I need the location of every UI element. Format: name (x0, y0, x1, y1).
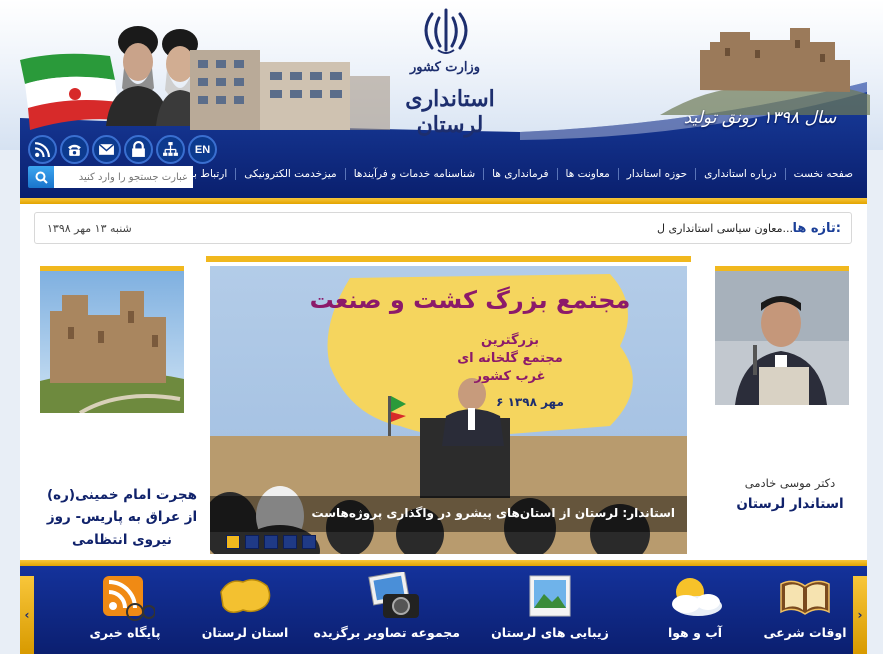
banner-date: ۶ مهر ۱۳۹۸ (496, 395, 564, 409)
news-slider: مجتمع بزرگ کشت و صنعت بزرگترین مجتمع گلخ… (206, 256, 691, 554)
main-content: تازه ها: معاون سیاسی استانداری ل... شنبه… (20, 204, 867, 562)
nav-deputies[interactable]: معاونت ها (556, 168, 618, 180)
governor-card[interactable]: دکتر موسی خادمی استاندار لرستان (715, 266, 849, 512)
lock-icon (132, 141, 145, 157)
castle-photo (40, 271, 184, 413)
nav-about[interactable]: درباره استانداری (695, 168, 785, 180)
slider-dot-2[interactable] (245, 535, 259, 549)
slider-dot-5[interactable] (302, 535, 316, 549)
banner-subtitle-3: غرب کشور (474, 369, 546, 384)
office-building-image (190, 50, 390, 130)
site-title: استانداری لرستان (405, 86, 495, 138)
iran-emblem-logo (424, 8, 468, 54)
governor-title[interactable]: استاندار لرستان (715, 496, 865, 512)
camera-photos-icon (368, 572, 419, 618)
quick-link-prayer-times[interactable]: اوقات شرعی (740, 572, 870, 640)
quick-link-gallery[interactable]: مجموعه تصاویر برگزیده (313, 572, 460, 640)
nav-home[interactable]: صفحه نخست (784, 168, 861, 180)
rss-feed-icon (103, 576, 155, 621)
ticker-label: تازه ها: (792, 221, 841, 236)
occasion-card[interactable]: هجرت امام خمینی(ره) از عراق به پاریس- رو… (40, 266, 197, 548)
mail-icon (98, 143, 115, 155)
quick-link-label: مجموعه تصاویر برگزیده (313, 625, 460, 640)
governor-name: دکتر موسی خادمی (744, 476, 836, 490)
slider-dot-4[interactable] (283, 535, 297, 549)
slide-caption[interactable]: استاندار: لرستان از استان‌های پیشرو در و… (210, 496, 687, 532)
quick-link-label: اوقات شرعی (763, 625, 847, 640)
falak-ol-aflak-castle-image (660, 28, 870, 115)
current-date: شنبه ۱۳ مهر ۱۳۹۸ (47, 222, 132, 235)
weather-sun-cloud-icon (672, 578, 722, 616)
nav-governor-office[interactable]: حوزه استاندار (617, 168, 695, 180)
year-slogan: سال ۱۳۹۸ رونق تولید (683, 108, 837, 128)
banner-subtitle-1: بزرگترین (481, 332, 539, 348)
quick-link-label: استان لرستان (201, 625, 289, 640)
rss-icon (34, 142, 50, 158)
slide-image[interactable]: مجتمع بزرگ کشت و صنعت بزرگترین مجتمع گلخ… (210, 266, 687, 554)
ministry-name: وزارت کشور (410, 60, 480, 75)
quick-links-bar: ‹ › پایگاه خبری استان لرستان مجموعه تصاو… (20, 566, 867, 654)
quran-book-icon (780, 580, 830, 615)
slider-dot-1[interactable] (226, 535, 240, 549)
sitemap-icon (163, 142, 178, 156)
news-ticker: تازه ها: معاون سیاسی استانداری ل... شنبه… (34, 212, 852, 244)
slider-dot-3[interactable] (264, 535, 278, 549)
governor-photo (715, 271, 849, 405)
nav-governorates[interactable]: فرمانداری ها (483, 168, 556, 180)
scroll-left-button[interactable]: ‹ (20, 576, 34, 654)
banner-subtitle-2: مجتمع گلخانه ای (457, 350, 563, 366)
slider-pagination (226, 535, 316, 549)
banner-title: مجتمع بزرگ کشت و صنعت (310, 286, 631, 314)
nav-contact-us[interactable]: ارتباط با ما (171, 168, 236, 180)
slider-accent (206, 256, 691, 262)
ticker-headline-link[interactable]: معاون سیاسی استانداری ل... (657, 222, 793, 235)
quick-link-label: زیبایی های لرستان (491, 625, 609, 640)
quick-link-news[interactable]: پایگاه خبری (60, 572, 190, 640)
quick-link-label: پایگاه خبری (89, 625, 161, 640)
occasion-title[interactable]: هجرت امام خمینی(ره) از عراق به پاریس- رو… (40, 484, 204, 551)
phone-icon (68, 144, 81, 156)
main-navigation: صفحه نخست درباره استانداری حوزه استاندار… (20, 160, 867, 194)
language-label: EN (194, 143, 211, 156)
quick-link-province[interactable]: استان لرستان (180, 572, 310, 640)
province-map-icon (220, 579, 271, 613)
nav-services-catalog[interactable]: شناسنامه خدمات و فرآیندها (344, 168, 483, 180)
quick-link-beauties[interactable]: زیبایی های لرستان (485, 572, 615, 640)
site-header: وزارت کشور استانداری لرستان سال ۱۳۹۸ رون… (0, 0, 883, 200)
landscape-picture-icon (529, 575, 571, 617)
nav-e-service-desk[interactable]: میزخدمت الکترونیکی (235, 168, 344, 180)
